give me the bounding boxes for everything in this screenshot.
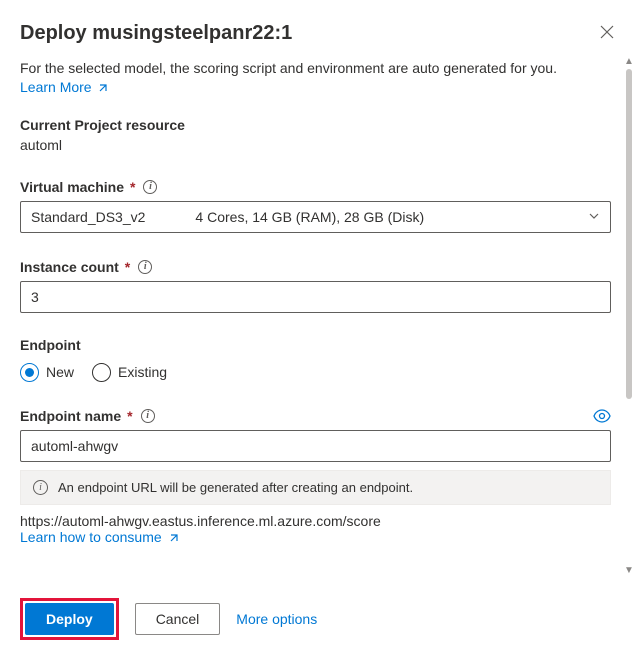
info-icon[interactable]: i bbox=[141, 409, 155, 423]
endpoint-name-label: Endpoint name bbox=[20, 408, 121, 424]
scrollbar[interactable]: ▲ ▼ bbox=[623, 56, 635, 576]
learn-consume-link[interactable]: Learn how to consume bbox=[20, 529, 180, 545]
endpoint-radio-existing[interactable]: Existing bbox=[92, 363, 167, 382]
endpoint-name-input[interactable] bbox=[20, 430, 611, 462]
instance-count-label: Instance count bbox=[20, 259, 119, 275]
required-indicator: * bbox=[127, 408, 132, 424]
radio-label-new: New bbox=[46, 364, 74, 380]
vm-selected-spec: 4 Cores, 14 GB (RAM), 28 GB (Disk) bbox=[195, 209, 424, 225]
page-title: Deploy musingsteelpanr22:1 bbox=[20, 22, 292, 45]
info-banner: i An endpoint URL will be generated afte… bbox=[20, 470, 611, 505]
vm-label: Virtual machine bbox=[20, 179, 124, 195]
external-link-icon bbox=[97, 82, 109, 94]
info-icon: i bbox=[33, 480, 48, 495]
info-icon[interactable]: i bbox=[138, 260, 152, 274]
close-icon bbox=[600, 25, 614, 39]
radio-icon bbox=[20, 363, 39, 382]
instance-count-input[interactable] bbox=[20, 281, 611, 313]
deploy-button[interactable]: Deploy bbox=[25, 603, 114, 635]
project-resource-label: Current Project resource bbox=[20, 117, 611, 133]
external-link-icon bbox=[168, 532, 180, 544]
project-resource-value: automl bbox=[20, 137, 611, 153]
info-icon[interactable]: i bbox=[143, 180, 157, 194]
scroll-thumb[interactable] bbox=[626, 69, 632, 399]
chevron-down-icon bbox=[588, 209, 600, 225]
intro-description: For the selected model, the scoring scri… bbox=[20, 59, 611, 79]
endpoint-label: Endpoint bbox=[20, 337, 611, 353]
visibility-toggle[interactable] bbox=[593, 409, 611, 423]
banner-text: An endpoint URL will be generated after … bbox=[58, 480, 413, 495]
scroll-up-arrow-icon[interactable]: ▲ bbox=[624, 56, 634, 67]
highlight-annotation: Deploy bbox=[20, 598, 119, 640]
learn-consume-label: Learn how to consume bbox=[20, 529, 162, 545]
learn-more-label: Learn More bbox=[20, 79, 92, 95]
close-button[interactable] bbox=[597, 22, 617, 42]
required-indicator: * bbox=[130, 179, 135, 195]
learn-more-link[interactable]: Learn More bbox=[20, 79, 109, 95]
cancel-button[interactable]: Cancel bbox=[135, 603, 221, 635]
scroll-down-arrow-icon[interactable]: ▼ bbox=[624, 565, 634, 576]
endpoint-radio-new[interactable]: New bbox=[20, 363, 74, 382]
more-options-link[interactable]: More options bbox=[236, 611, 317, 627]
vm-select[interactable]: Standard_DS3_v2 4 Cores, 14 GB (RAM), 28… bbox=[20, 201, 611, 233]
vm-selected-name: Standard_DS3_v2 bbox=[31, 209, 145, 225]
required-indicator: * bbox=[125, 259, 130, 275]
eye-icon bbox=[593, 409, 611, 423]
radio-label-existing: Existing bbox=[118, 364, 167, 380]
endpoint-url: https://automl-ahwgv.eastus.inference.ml… bbox=[20, 513, 611, 529]
radio-icon bbox=[92, 363, 111, 382]
